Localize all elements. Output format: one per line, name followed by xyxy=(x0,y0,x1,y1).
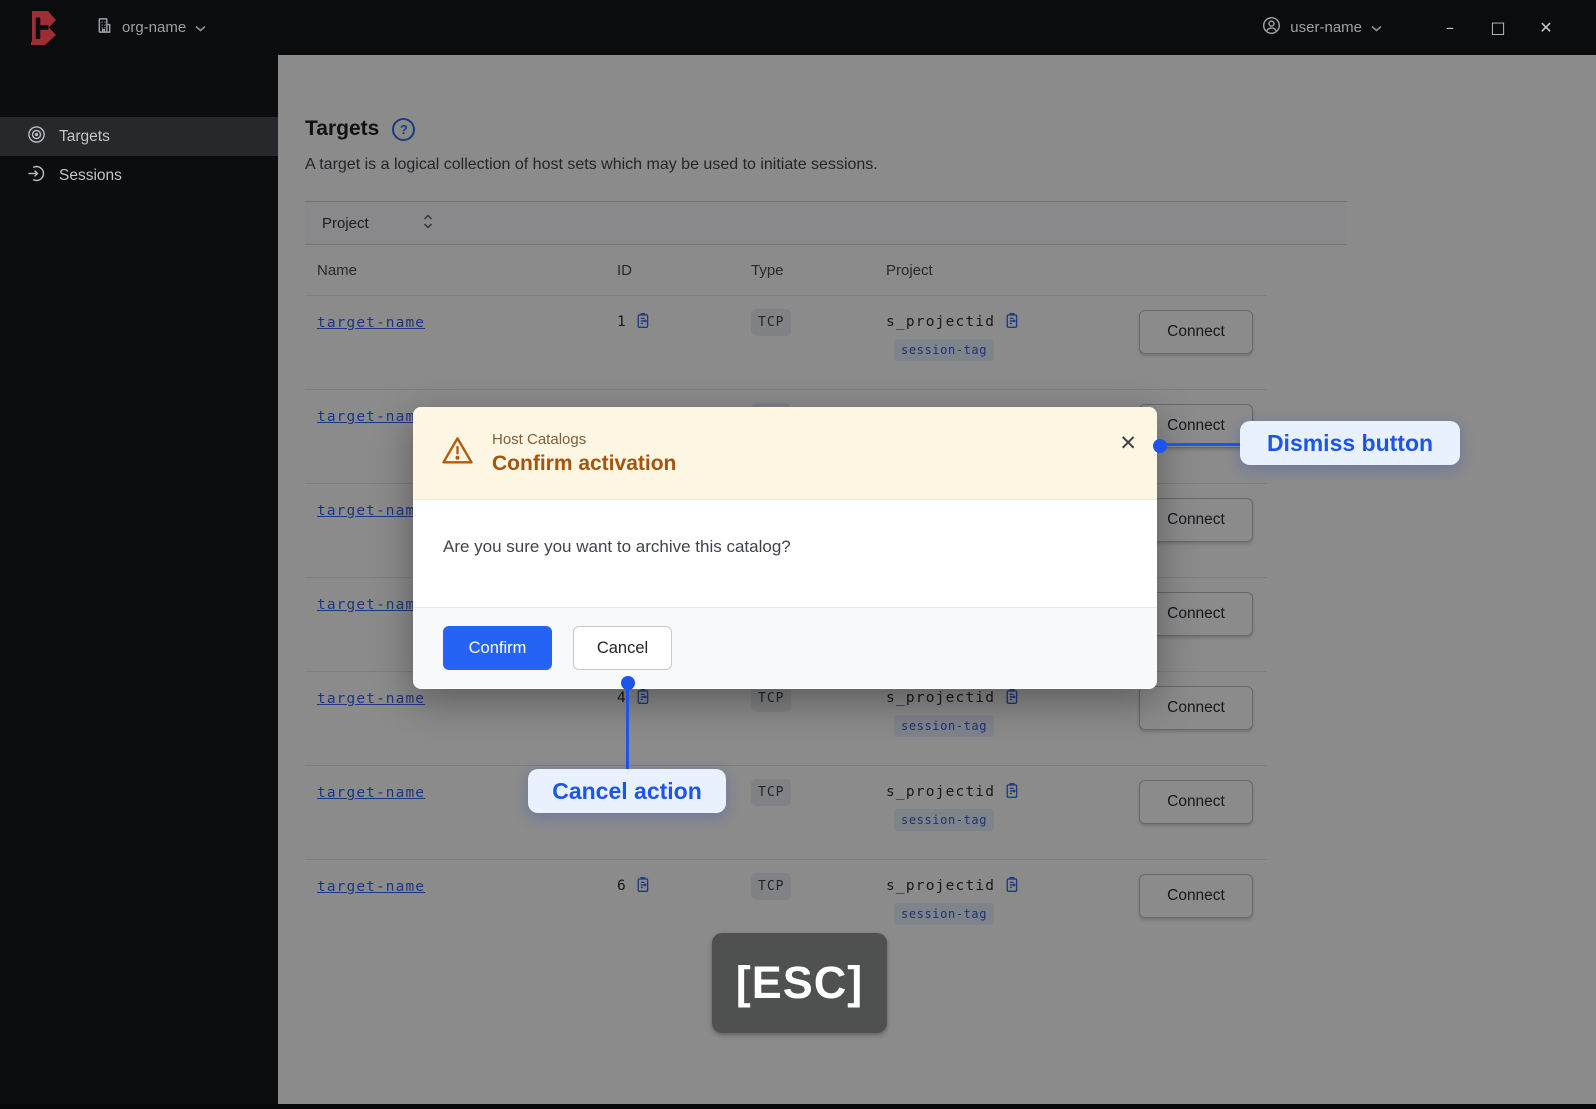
dialog-context-label: Host Catalogs xyxy=(492,430,587,448)
window-controls: – □ ✕ xyxy=(1426,8,1570,48)
sidebar: Targets Sessions xyxy=(0,55,278,1109)
dialog-title: Confirm activation xyxy=(492,451,677,475)
confirm-button[interactable]: Confirm xyxy=(443,626,552,670)
org-icon xyxy=(96,17,113,38)
cancel-annotation-line xyxy=(626,688,629,770)
boundary-logo-icon xyxy=(26,9,60,47)
dialog-footer: Confirm Cancel xyxy=(413,607,1157,688)
org-name-label: org-name xyxy=(122,19,187,36)
dialog-header: Host Catalogs Confirm activation ✕ xyxy=(413,407,1157,500)
target-icon xyxy=(27,125,46,149)
cancel-annotation-label: Cancel action xyxy=(528,769,726,813)
sidebar-item-label: Targets xyxy=(59,127,110,145)
confirm-dialog: Host Catalogs Confirm activation ✕ Are y… xyxy=(413,407,1157,689)
sidebar-item-targets[interactable]: Targets xyxy=(0,117,278,156)
user-name-label: user-name xyxy=(1290,19,1362,36)
chevron-down-icon xyxy=(1371,19,1382,36)
sidebar-item-sessions[interactable]: Sessions xyxy=(0,156,278,195)
warning-icon xyxy=(441,435,474,471)
dismiss-annotation-line xyxy=(1160,443,1244,446)
user-avatar-icon xyxy=(1262,16,1281,39)
minimize-icon[interactable]: – xyxy=(1426,8,1474,48)
close-icon[interactable]: ✕ xyxy=(1522,8,1570,48)
sidebar-item-label: Sessions xyxy=(59,166,122,184)
dismiss-annotation-dot xyxy=(1153,439,1167,453)
top-bar: org-name user-name – □ ✕ xyxy=(0,0,1596,55)
chevron-down-icon xyxy=(195,19,206,36)
dismiss-icon[interactable]: ✕ xyxy=(1119,433,1137,454)
org-scope-button[interactable]: org-name xyxy=(96,17,206,38)
session-icon xyxy=(27,164,46,188)
dialog-body-text: Are you sure you want to archive this ca… xyxy=(443,537,791,556)
maximize-icon[interactable]: □ xyxy=(1474,8,1522,48)
dismiss-annotation-label: Dismiss button xyxy=(1240,421,1460,465)
window-bottom-edge xyxy=(0,1104,1596,1109)
esc-key-badge: [ESC] xyxy=(712,933,887,1033)
user-menu-button[interactable]: user-name xyxy=(1262,16,1382,39)
cancel-button[interactable]: Cancel xyxy=(573,626,672,670)
